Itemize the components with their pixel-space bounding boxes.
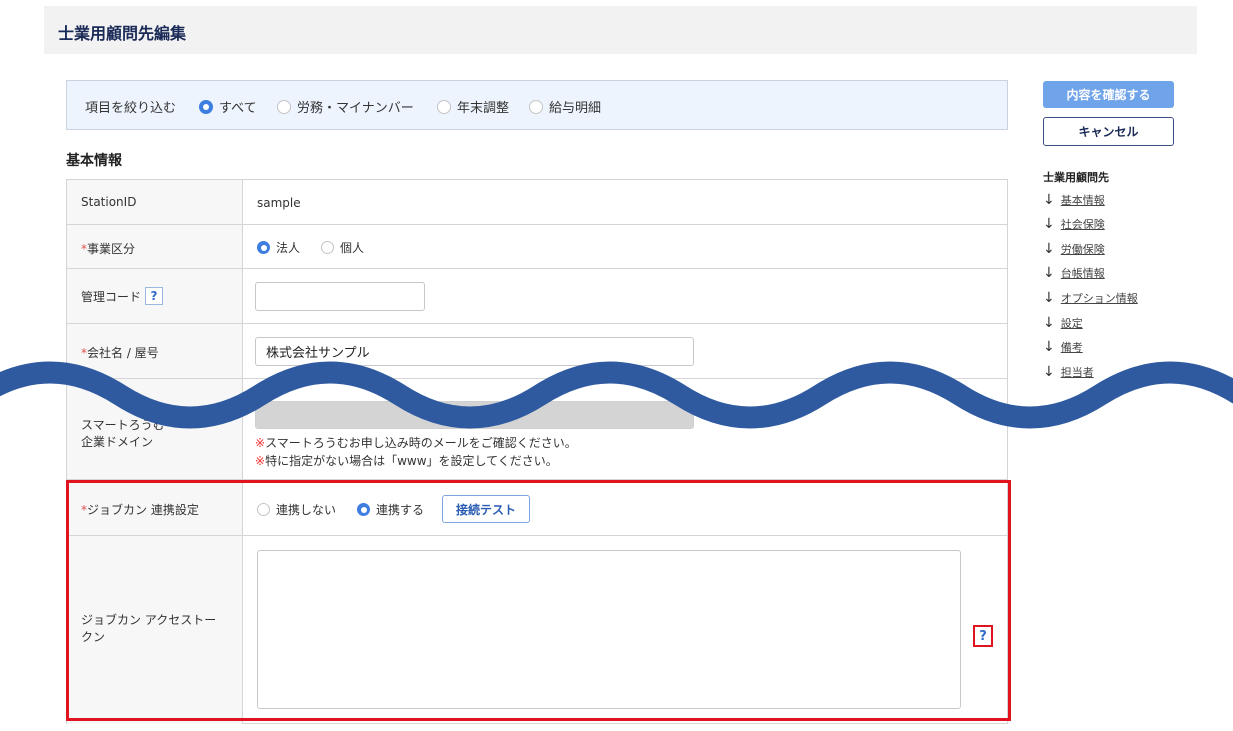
anchor-label[interactable]: 基本情報 — [1061, 192, 1105, 208]
row-header: StationID — [67, 180, 243, 224]
station-id-value: sample — [257, 196, 301, 210]
connection-test-button[interactable]: 接続テスト — [442, 495, 530, 523]
field-label-line2: クン — [81, 630, 106, 644]
arrow-down-icon: ↓ — [1043, 315, 1055, 331]
radio-unselected-icon[interactable] — [277, 99, 291, 114]
filter-option-label: 労務・マイナンバー — [297, 101, 414, 116]
anchor-label[interactable]: 備考 — [1061, 339, 1083, 355]
anchor-label[interactable]: 台帳情報 — [1061, 265, 1105, 281]
row-business-type: *事業区分 法人 個人 — [67, 225, 1007, 269]
radio-selected-icon[interactable] — [257, 241, 270, 254]
radio-selected-icon[interactable] — [199, 99, 213, 114]
anchor-remarks[interactable]: ↓ 備考 — [1043, 339, 1083, 355]
confirm-button[interactable]: 内容を確認する — [1043, 81, 1174, 108]
anchor-settings[interactable]: ↓ 設定 — [1043, 315, 1083, 331]
filter-option-labor[interactable]: 労務・マイナンバー — [277, 97, 414, 116]
radio-unselected-icon[interactable] — [321, 241, 334, 254]
management-code-input[interactable] — [255, 282, 425, 311]
jobcan-token-textarea[interactable] — [257, 550, 961, 709]
business-type-individual[interactable]: 個人 — [321, 239, 364, 256]
radio-selected-icon[interactable] — [357, 503, 370, 516]
arrow-down-icon: ↓ — [1043, 241, 1055, 257]
anchor-option-info[interactable]: ↓ オプション情報 — [1043, 290, 1138, 306]
radio-label: 連携する — [376, 503, 425, 517]
field-label: 会社名 / 屋号 — [87, 346, 159, 360]
row-jobcan-link: *ジョブカン 連携設定 連携しない 連携する 接続テスト — [67, 480, 1007, 536]
row-header: *事業区分 — [67, 225, 243, 268]
field-label: StationID — [81, 195, 137, 209]
radio-label: 連携しない — [276, 503, 337, 517]
field-label-line2: 企業ドメイン — [81, 435, 154, 449]
domain-note-2: ※特に指定がない場合は「www」を設定してください。 — [255, 454, 558, 468]
note-mark: ※ — [255, 436, 266, 450]
filter-option-label: すべて — [219, 101, 257, 116]
arrow-down-icon: ↓ — [1043, 192, 1055, 208]
radio-unselected-icon[interactable] — [437, 99, 451, 114]
row-header: *ジョブカン 連携設定 — [67, 480, 243, 535]
wave-divider — [0, 361, 1233, 429]
form-table: StationID sample *事業区分 法人 個人 管理コード ? *会社… — [66, 179, 1008, 724]
radio-unselected-icon[interactable] — [529, 99, 543, 114]
row-jobcan-token: ジョブカン アクセストー クン — [67, 536, 1007, 724]
section-title: 基本情報 — [66, 153, 122, 169]
arrow-down-icon: ↓ — [1043, 290, 1055, 306]
anchor-label[interactable]: オプション情報 — [1061, 290, 1138, 306]
arrow-down-icon: ↓ — [1043, 216, 1055, 232]
cancel-button[interactable]: キャンセル — [1043, 117, 1174, 146]
radio-label: 法人 — [276, 241, 301, 255]
field-label: 管理コード — [81, 289, 142, 304]
jobcan-link-on[interactable]: 連携する — [357, 501, 424, 518]
note-mark: ※ — [255, 454, 266, 468]
row-header: ジョブカン アクセストー クン — [67, 536, 243, 724]
filter-label: 項目を絞り込む — [85, 101, 177, 116]
arrow-down-icon: ↓ — [1043, 265, 1055, 281]
domain-note-1: ※スマートろうむお申し込み時のメールをご確認ください。 — [255, 436, 577, 450]
field-label-line1: ジョブカン アクセストー — [81, 613, 217, 627]
field-label: 事業区分 — [87, 242, 136, 256]
anchor-ledger-info[interactable]: ↓ 台帳情報 — [1043, 265, 1105, 281]
anchor-nav-title: 士業用顧問先 — [1043, 171, 1109, 184]
anchor-label[interactable]: 設定 — [1061, 315, 1083, 331]
jobcan-link-off[interactable]: 連携しない — [257, 501, 336, 518]
anchor-label[interactable]: 社会保険 — [1061, 216, 1105, 232]
row-management-code: 管理コード ? — [67, 269, 1007, 324]
help-icon[interactable]: ? — [145, 287, 164, 305]
radio-unselected-icon[interactable] — [257, 503, 270, 516]
filter-option-label: 年末調整 — [457, 101, 510, 116]
filter-bar: 項目を絞り込む すべて 労務・マイナンバー 年末調整 給与明細 — [66, 80, 1008, 130]
filter-option-all[interactable]: すべて — [199, 97, 257, 116]
filter-option-payslip[interactable]: 給与明細 — [529, 97, 601, 116]
anchor-label[interactable]: 労働保険 — [1061, 241, 1105, 257]
row-station-id: StationID sample — [67, 180, 1007, 225]
filter-option-year-end[interactable]: 年末調整 — [437, 97, 509, 116]
anchor-basic-info[interactable]: ↓ 基本情報 — [1043, 192, 1105, 208]
radio-label: 個人 — [340, 241, 365, 255]
row-header: 管理コード ? — [67, 269, 243, 323]
anchor-social-insurance[interactable]: ↓ 社会保険 — [1043, 216, 1105, 232]
page-header: 士業用顧問先編集 — [44, 6, 1197, 54]
field-label: ジョブカン 連携設定 — [87, 503, 199, 517]
business-type-corporate[interactable]: 法人 — [257, 239, 300, 256]
page-title: 士業用顧問先編集 — [58, 24, 187, 43]
filter-option-label: 給与明細 — [549, 101, 602, 116]
arrow-down-icon: ↓ — [1043, 339, 1055, 355]
anchor-labor-insurance[interactable]: ↓ 労働保険 — [1043, 241, 1105, 257]
wave-path — [0, 361, 1233, 429]
help-icon-highlighted[interactable]: ? — [973, 625, 993, 647]
